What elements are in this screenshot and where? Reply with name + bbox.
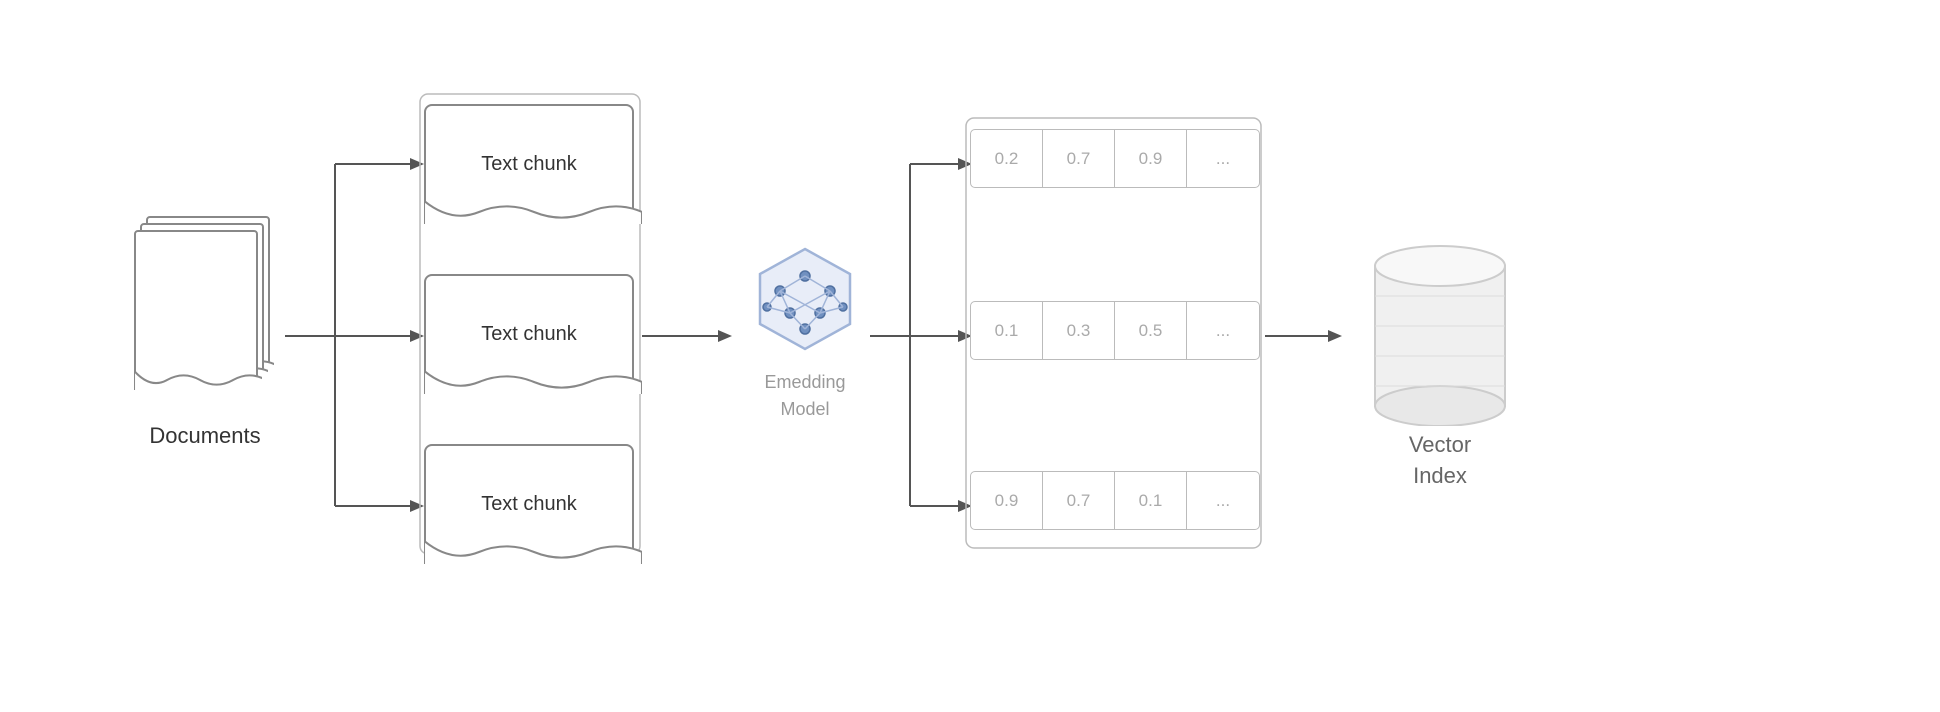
text-chunk-3-label: Text chunk [481,493,577,516]
vector-cell-3-4: ... [1187,472,1259,529]
text-chunk-1: Text chunk [424,104,634,224]
vector-row-2: 0.1 0.3 0.5 ... [970,301,1260,360]
vector-cell-2-3: 0.5 [1115,302,1187,359]
vector-cell-2-1: 0.1 [971,302,1043,359]
embedding-model-icon [745,241,865,361]
vector-row-1: 0.2 0.7 0.9 ... [970,129,1260,188]
documents-group: Documents [110,216,300,449]
diagram-container: Documents Text chunk Text chunk Text chu… [70,46,1870,666]
text-chunk-2-label: Text chunk [481,323,577,346]
text-chunk-1-label: Text chunk [481,153,577,176]
vector-cell-1-1: 0.2 [971,130,1043,187]
vector-cell-3-3: 0.1 [1115,472,1187,529]
text-chunk-2: Text chunk [424,274,634,394]
cylinder-icon [1360,226,1520,426]
doc-page-front [134,230,258,390]
embedding-model-label: Emedding Model [764,369,845,423]
vector-cell-2-4: ... [1187,302,1259,359]
vector-cell-3-2: 0.7 [1043,472,1115,529]
vector-row-3: 0.9 0.7 0.1 ... [970,471,1260,530]
vector-cell-1-3: 0.9 [1115,130,1187,187]
vector-index-group: Vector Index [1340,226,1540,492]
text-chunk-3: Text chunk [424,444,634,564]
documents-label: Documents [149,423,260,449]
vector-cell-3-1: 0.9 [971,472,1043,529]
doc-stack [130,216,280,401]
vector-cell-2-2: 0.3 [1043,302,1115,359]
vector-cell-1-4: ... [1187,130,1259,187]
vector-cell-1-2: 0.7 [1043,130,1115,187]
embedding-model-group: Emedding Model [710,241,900,423]
vector-index-label: Vector Index [1409,430,1471,492]
